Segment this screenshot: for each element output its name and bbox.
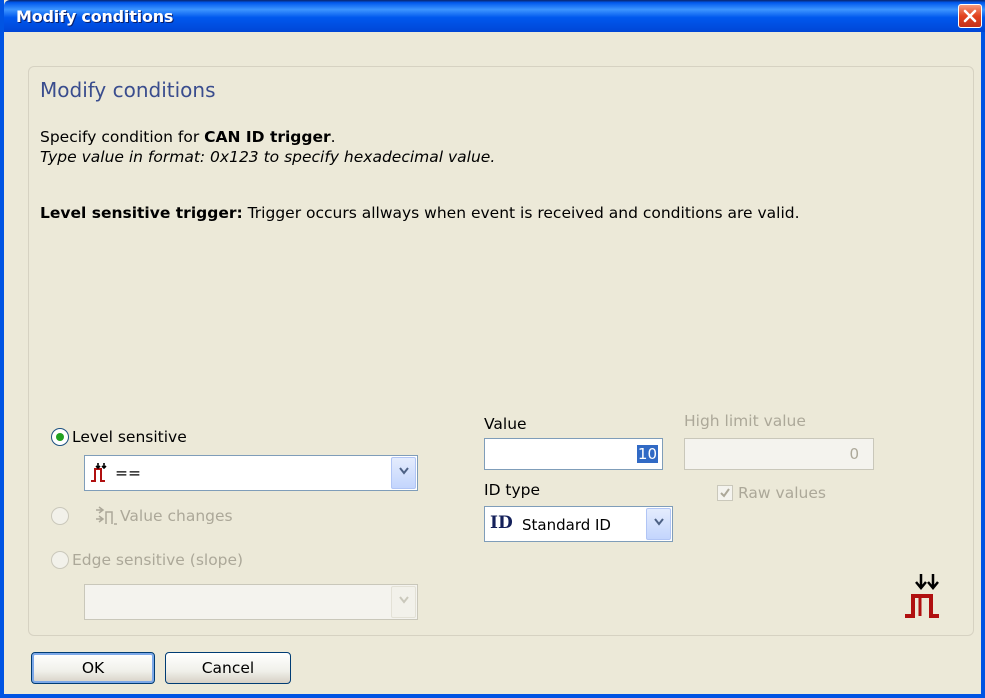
high-limit-label: High limit value (684, 412, 806, 430)
close-icon (963, 9, 977, 23)
edge-sensitive-radio[interactable] (51, 551, 69, 569)
chevron-down-icon (399, 596, 409, 604)
operator-dropdown-button[interactable] (391, 457, 416, 489)
raw-values-checkbox[interactable] (717, 485, 733, 501)
trigger-name: CAN ID trigger (204, 128, 331, 146)
id-type-label: ID type (484, 481, 541, 499)
value-changes-icon (96, 506, 117, 525)
format-hint: Type value in format: 0x123 to specify h… (40, 148, 496, 166)
raw-values-label[interactable]: Raw values (738, 484, 826, 502)
chevron-down-icon (654, 518, 664, 526)
operator-select[interactable]: == (84, 455, 418, 491)
level-sensitive-radio[interactable] (51, 428, 69, 446)
operator-value: == (115, 464, 141, 482)
value-changes-label[interactable]: Value changes (120, 507, 233, 525)
ok-button[interactable]: OK (31, 652, 155, 684)
high-limit-input-text: 0 (849, 445, 859, 463)
id-type-value: Standard ID (522, 516, 611, 534)
description-line: Specify condition for CAN ID trigger. (40, 128, 336, 146)
level-trigger-icon (91, 463, 107, 482)
close-button[interactable] (958, 4, 982, 28)
edge-dropdown-button[interactable] (391, 586, 416, 618)
title-bar[interactable]: Modify conditions (4, 0, 985, 32)
high-limit-input[interactable]: 0 (684, 438, 874, 470)
mode-title: Level sensitive trigger: (40, 204, 243, 222)
level-sensitive-label[interactable]: Level sensitive (72, 428, 187, 446)
id-type-select[interactable]: ID Standard ID (484, 506, 673, 542)
value-changes-radio[interactable] (51, 507, 69, 525)
edge-sensitive-label[interactable]: Edge sensitive (slope) (72, 551, 243, 569)
id-icon: ID (490, 513, 513, 533)
dialog-window: Modify conditions Modify conditions Spec… (0, 0, 985, 698)
value-input[interactable]: 10 (484, 438, 663, 470)
checkmark-icon (720, 488, 730, 498)
chevron-down-icon (399, 467, 409, 475)
panel-heading: Modify conditions (40, 78, 216, 102)
mode-text: Trigger occurs allways when event is rec… (242, 204, 800, 222)
value-input-text: 10 (636, 445, 658, 463)
window-title: Modify conditions (16, 7, 174, 26)
id-type-dropdown-button[interactable] (646, 508, 671, 540)
value-label: Value (484, 415, 527, 433)
mode-description: Level sensitive trigger: Trigger occurs … (40, 204, 800, 222)
level-trigger-icon (905, 574, 939, 618)
cancel-button[interactable]: Cancel (165, 652, 291, 684)
edge-select[interactable] (84, 584, 418, 620)
